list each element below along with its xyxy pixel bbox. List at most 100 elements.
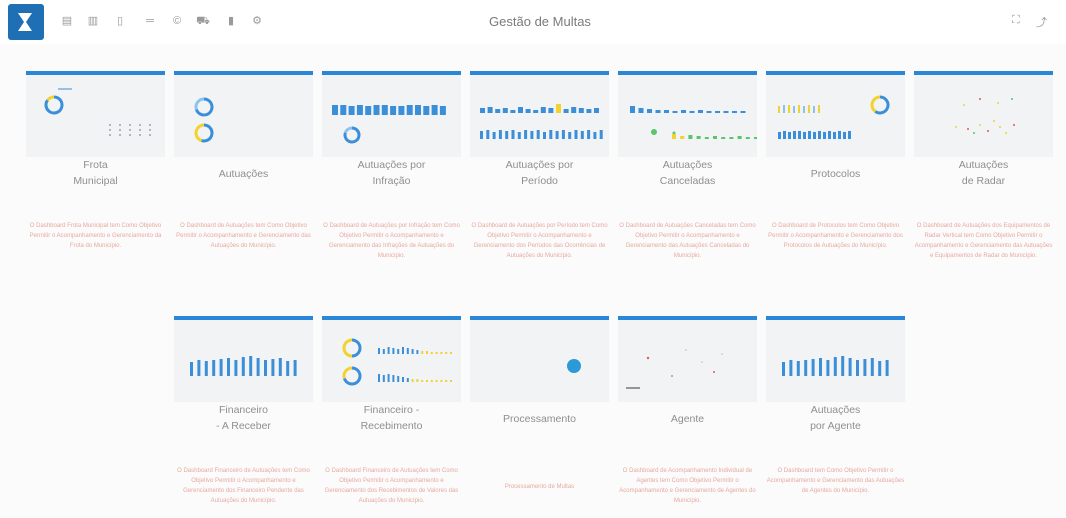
preview-dot	[1013, 124, 1015, 126]
preview-bar	[197, 360, 201, 376]
dashboard-card-financeiro-receber[interactable]	[174, 316, 313, 402]
card-description: O Dashboard tem Como Objetivo Permitir o…	[766, 468, 905, 494]
card-title-line: Período	[521, 175, 558, 187]
preview-bar	[416, 350, 419, 354]
app-logo[interactable]	[8, 4, 44, 40]
preview-bar	[737, 136, 742, 139]
preview-bar	[586, 109, 592, 113]
preview-bar	[793, 106, 795, 113]
preview-bar	[540, 107, 546, 113]
preview-bar	[415, 105, 421, 115]
preview-dot	[109, 129, 111, 131]
preview-bar	[511, 130, 515, 139]
preview-bar	[378, 374, 380, 382]
preview-bar	[556, 104, 561, 113]
preview-bar	[378, 348, 380, 354]
card-title[interactable]: Autuações Canceladas	[614, 157, 761, 189]
bar-chart-icon[interactable]: ▥	[86, 14, 100, 28]
card-preview-chart	[626, 349, 723, 389]
dashboard-card-autuacoes[interactable]	[174, 71, 313, 157]
preview-bar	[381, 105, 388, 115]
preview-bar	[525, 109, 531, 113]
preview-bar	[293, 360, 297, 376]
card-title[interactable]: Autuações por Agente	[762, 402, 909, 434]
card-title-line: Canceladas	[659, 175, 716, 187]
dashboard-card-financeiro-recebimento[interactable]	[322, 316, 461, 402]
preview-bar	[833, 132, 836, 139]
card-title[interactable]: Frota Municipal	[22, 157, 169, 189]
preview-bar	[340, 105, 347, 115]
preview-bar	[533, 110, 539, 113]
preview-bar	[848, 358, 852, 376]
preview-bar	[204, 361, 208, 376]
preview-bar	[811, 359, 815, 376]
fullscreen-icon[interactable]: ⛶	[1012, 14, 1020, 27]
export-icon[interactable]: ⤴	[1036, 14, 1047, 30]
preview-bar	[264, 360, 267, 376]
card-title[interactable]: Autuações	[170, 166, 317, 182]
card-description: O Dashboard de Autuações dos Equipamento…	[914, 223, 1053, 259]
preview-bar	[838, 131, 841, 139]
preview-bar	[813, 106, 815, 113]
preview-bar	[870, 358, 874, 376]
card-preview-chart	[190, 356, 297, 376]
preview-bar	[430, 380, 433, 382]
preview-bar	[843, 132, 846, 139]
dashboard-card-autuacoes-canceladas[interactable]	[618, 71, 757, 157]
dashboard-card-autuacoes-agente[interactable]	[766, 316, 905, 402]
calendar-icon[interactable]: ▤	[60, 14, 74, 28]
preview-bar	[249, 356, 253, 376]
preview-bar	[505, 131, 509, 139]
preview-bar	[406, 348, 409, 354]
preview-bar	[190, 362, 193, 376]
gear-icon[interactable]: ⚙	[250, 14, 264, 28]
battery-icon[interactable]: ▮	[224, 14, 238, 28]
dashboard-card-processamento[interactable]	[470, 316, 609, 402]
preview-bar	[356, 105, 363, 115]
card-description: O Dashboard de Autuações por Período tem…	[471, 223, 608, 259]
card-title[interactable]: Processamento	[466, 411, 613, 427]
dashboard-card-autuacoes-infracao[interactable]	[322, 71, 461, 157]
card-title[interactable]: Financeiro - Recebimento	[318, 402, 465, 434]
preview-bar	[435, 380, 438, 382]
preview-bar	[227, 358, 230, 376]
preview-dot	[1011, 98, 1013, 100]
card-description: O Dashboard de Autuações por Infração te…	[323, 223, 460, 259]
preview-bar	[593, 132, 597, 139]
ruler-icon[interactable]: ═	[141, 14, 159, 28]
card-title-line: Financeiro -	[363, 404, 420, 416]
preview-bar	[580, 131, 584, 139]
preview-bar	[672, 134, 676, 139]
card-title[interactable]: Autuações por Infração	[318, 157, 465, 189]
dashboard-card-frota[interactable]	[26, 71, 165, 157]
preview-bar	[798, 105, 800, 113]
card-preview-chart	[955, 98, 1015, 134]
preview-bar	[778, 106, 780, 113]
donut-segment	[342, 338, 353, 358]
preview-bar	[826, 360, 830, 376]
preview-bar	[571, 107, 577, 113]
preview-bar	[681, 110, 686, 113]
car-icon[interactable]: ⛟	[196, 14, 210, 28]
preview-bar	[778, 132, 781, 139]
card-title[interactable]: Protocolos	[762, 166, 909, 182]
card-title[interactable]: Autuações por Período	[466, 157, 613, 189]
card-title[interactable]: Agente	[614, 411, 761, 427]
preview-bar	[647, 109, 652, 113]
preview-bar	[803, 106, 805, 113]
dashboard-card-autuacoes-periodo[interactable]	[470, 71, 609, 157]
dashboard-card-agente[interactable]	[618, 316, 757, 402]
copyright-icon[interactable]: ©	[170, 14, 184, 28]
card-title-line: Autuações	[810, 404, 861, 416]
preview-bar	[212, 360, 216, 376]
preview-bar	[721, 137, 726, 139]
preview-bar	[382, 375, 385, 382]
card-title[interactable]: Financeiro - A Receber	[170, 402, 317, 434]
top-bar: ▤ ▥ ▯ ═ © ⛟ ▮ ⚙ Gestão de Multas ⛶ ⤴	[0, 0, 1066, 44]
preview-bar	[402, 377, 404, 382]
dashboard-card-autuacoes-radar[interactable]	[914, 71, 1053, 157]
preview-dot	[979, 124, 981, 126]
bookmark-icon[interactable]: ▯	[113, 14, 127, 28]
dashboard-card-protocolos[interactable]	[766, 71, 905, 157]
card-title[interactable]: Autuações de Radar	[910, 157, 1057, 189]
